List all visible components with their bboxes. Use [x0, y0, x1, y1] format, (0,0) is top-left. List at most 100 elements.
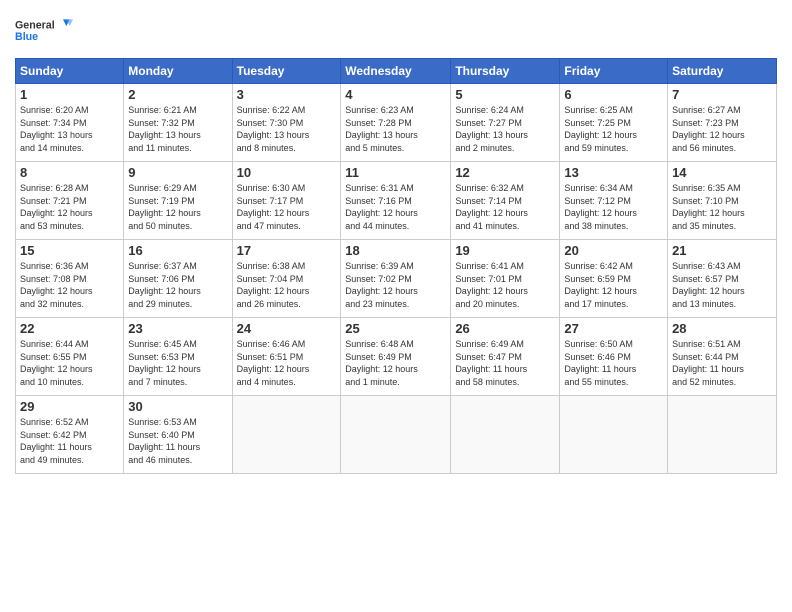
- day-number: 6: [564, 87, 663, 102]
- day-number: 12: [455, 165, 555, 180]
- weekday-header-wednesday: Wednesday: [341, 59, 451, 84]
- day-info: Sunrise: 6:35 AM Sunset: 7:10 PM Dayligh…: [672, 182, 772, 232]
- day-number: 14: [672, 165, 772, 180]
- calendar-table: SundayMondayTuesdayWednesdayThursdayFrid…: [15, 58, 777, 474]
- calendar-cell: 5 Sunrise: 6:24 AM Sunset: 7:27 PM Daylig…: [451, 84, 560, 162]
- calendar-cell: 6 Sunrise: 6:25 AM Sunset: 7:25 PM Daylig…: [560, 84, 668, 162]
- day-number: 19: [455, 243, 555, 258]
- day-number: 24: [237, 321, 337, 336]
- calendar-cell: 22 Sunrise: 6:44 AM Sunset: 6:55 PM Dayli…: [16, 318, 124, 396]
- calendar-cell: 14 Sunrise: 6:35 AM Sunset: 7:10 PM Dayli…: [668, 162, 777, 240]
- day-info: Sunrise: 6:51 AM Sunset: 6:44 PM Dayligh…: [672, 338, 772, 388]
- day-info: Sunrise: 6:42 AM Sunset: 6:59 PM Dayligh…: [564, 260, 663, 310]
- calendar-cell: 4 Sunrise: 6:23 AM Sunset: 7:28 PM Daylig…: [341, 84, 451, 162]
- day-number: 18: [345, 243, 446, 258]
- calendar-week-row: 1Sunrise: 6:20 AM Sunset: 7:34 PM Daylig…: [16, 84, 777, 162]
- day-number: 22: [20, 321, 119, 336]
- calendar-week-row: 22 Sunrise: 6:44 AM Sunset: 6:55 PM Dayli…: [16, 318, 777, 396]
- weekday-header-thursday: Thursday: [451, 59, 560, 84]
- day-info: Sunrise: 6:44 AM Sunset: 6:55 PM Dayligh…: [20, 338, 119, 388]
- day-info: Sunrise: 6:50 AM Sunset: 6:46 PM Dayligh…: [564, 338, 663, 388]
- calendar-cell: [668, 396, 777, 474]
- calendar-cell: 27 Sunrise: 6:50 AM Sunset: 6:46 PM Dayli…: [560, 318, 668, 396]
- day-number: 11: [345, 165, 446, 180]
- day-number: 5: [455, 87, 555, 102]
- day-number: 10: [237, 165, 337, 180]
- weekday-header-sunday: Sunday: [16, 59, 124, 84]
- day-info: Sunrise: 6:46 AM Sunset: 6:51 PM Dayligh…: [237, 338, 337, 388]
- svg-text:General: General: [15, 20, 55, 32]
- calendar-cell: 17 Sunrise: 6:38 AM Sunset: 7:04 PM Dayli…: [232, 240, 341, 318]
- logo-svg: General Blue: [15, 10, 75, 50]
- calendar-cell: 21Sunrise: 6:43 AM Sunset: 6:57 PM Dayli…: [668, 240, 777, 318]
- day-info: Sunrise: 6:30 AM Sunset: 7:17 PM Dayligh…: [237, 182, 337, 232]
- calendar-cell: 7 Sunrise: 6:27 AM Sunset: 7:23 PM Daylig…: [668, 84, 777, 162]
- logo: General Blue: [15, 10, 75, 50]
- day-number: 28: [672, 321, 772, 336]
- calendar-cell: [341, 396, 451, 474]
- calendar-cell: 20 Sunrise: 6:42 AM Sunset: 6:59 PM Dayli…: [560, 240, 668, 318]
- calendar-cell: 23Sunrise: 6:45 AM Sunset: 6:53 PM Dayli…: [124, 318, 232, 396]
- weekday-header-friday: Friday: [560, 59, 668, 84]
- calendar-week-row: 15Sunrise: 6:36 AM Sunset: 7:08 PM Dayli…: [16, 240, 777, 318]
- day-info: Sunrise: 6:22 AM Sunset: 7:30 PM Dayligh…: [237, 104, 337, 154]
- calendar-cell: 11Sunrise: 6:31 AM Sunset: 7:16 PM Dayli…: [341, 162, 451, 240]
- calendar-cell: [560, 396, 668, 474]
- day-number: 15: [20, 243, 119, 258]
- weekday-header-saturday: Saturday: [668, 59, 777, 84]
- day-number: 8: [20, 165, 119, 180]
- calendar-cell: 18Sunrise: 6:39 AM Sunset: 7:02 PM Dayli…: [341, 240, 451, 318]
- calendar-cell: 12 Sunrise: 6:32 AM Sunset: 7:14 PM Dayli…: [451, 162, 560, 240]
- day-info: Sunrise: 6:45 AM Sunset: 6:53 PM Dayligh…: [128, 338, 227, 388]
- day-number: 30: [128, 399, 227, 414]
- day-info: Sunrise: 6:25 AM Sunset: 7:25 PM Dayligh…: [564, 104, 663, 154]
- calendar-cell: 15Sunrise: 6:36 AM Sunset: 7:08 PM Dayli…: [16, 240, 124, 318]
- day-number: 3: [237, 87, 337, 102]
- calendar-body: 1Sunrise: 6:20 AM Sunset: 7:34 PM Daylig…: [16, 84, 777, 474]
- weekday-header-tuesday: Tuesday: [232, 59, 341, 84]
- day-info: Sunrise: 6:29 AM Sunset: 7:19 PM Dayligh…: [128, 182, 227, 232]
- calendar-cell: 16Sunrise: 6:37 AM Sunset: 7:06 PM Dayli…: [124, 240, 232, 318]
- calendar-page: General Blue SundayMondayTuesdayWednesda…: [0, 0, 792, 612]
- day-info: Sunrise: 6:48 AM Sunset: 6:49 PM Dayligh…: [345, 338, 446, 388]
- day-info: Sunrise: 6:34 AM Sunset: 7:12 PM Dayligh…: [564, 182, 663, 232]
- day-info: Sunrise: 6:32 AM Sunset: 7:14 PM Dayligh…: [455, 182, 555, 232]
- day-number: 7: [672, 87, 772, 102]
- calendar-cell: 29 Sunrise: 6:52 AM Sunset: 6:42 PM Dayli…: [16, 396, 124, 474]
- calendar-cell: 8Sunrise: 6:28 AM Sunset: 7:21 PM Daylig…: [16, 162, 124, 240]
- calendar-cell: [232, 396, 341, 474]
- day-number: 27: [564, 321, 663, 336]
- day-info: Sunrise: 6:52 AM Sunset: 6:42 PM Dayligh…: [20, 416, 119, 466]
- day-info: Sunrise: 6:38 AM Sunset: 7:04 PM Dayligh…: [237, 260, 337, 310]
- calendar-week-row: 8Sunrise: 6:28 AM Sunset: 7:21 PM Daylig…: [16, 162, 777, 240]
- calendar-cell: 13 Sunrise: 6:34 AM Sunset: 7:12 PM Dayli…: [560, 162, 668, 240]
- day-number: 9: [128, 165, 227, 180]
- page-header: General Blue: [15, 10, 777, 50]
- day-number: 29: [20, 399, 119, 414]
- weekday-header-monday: Monday: [124, 59, 232, 84]
- day-info: Sunrise: 6:24 AM Sunset: 7:27 PM Dayligh…: [455, 104, 555, 154]
- calendar-cell: 1Sunrise: 6:20 AM Sunset: 7:34 PM Daylig…: [16, 84, 124, 162]
- calendar-cell: [451, 396, 560, 474]
- calendar-cell: 25Sunrise: 6:48 AM Sunset: 6:49 PM Dayli…: [341, 318, 451, 396]
- calendar-week-row: 29 Sunrise: 6:52 AM Sunset: 6:42 PM Dayli…: [16, 396, 777, 474]
- day-number: 1: [20, 87, 119, 102]
- calendar-cell: 9 Sunrise: 6:29 AM Sunset: 7:19 PM Daylig…: [124, 162, 232, 240]
- day-number: 20: [564, 243, 663, 258]
- day-info: Sunrise: 6:27 AM Sunset: 7:23 PM Dayligh…: [672, 104, 772, 154]
- day-info: Sunrise: 6:37 AM Sunset: 7:06 PM Dayligh…: [128, 260, 227, 310]
- day-number: 4: [345, 87, 446, 102]
- day-number: 17: [237, 243, 337, 258]
- calendar-cell: 19 Sunrise: 6:41 AM Sunset: 7:01 PM Dayli…: [451, 240, 560, 318]
- svg-text:Blue: Blue: [15, 31, 38, 43]
- day-info: Sunrise: 6:21 AM Sunset: 7:32 PM Dayligh…: [128, 104, 227, 154]
- day-info: Sunrise: 6:41 AM Sunset: 7:01 PM Dayligh…: [455, 260, 555, 310]
- day-info: Sunrise: 6:49 AM Sunset: 6:47 PM Dayligh…: [455, 338, 555, 388]
- day-info: Sunrise: 6:23 AM Sunset: 7:28 PM Dayligh…: [345, 104, 446, 154]
- day-info: Sunrise: 6:53 AM Sunset: 6:40 PM Dayligh…: [128, 416, 227, 466]
- calendar-header-row: SundayMondayTuesdayWednesdayThursdayFrid…: [16, 59, 777, 84]
- day-number: 2: [128, 87, 227, 102]
- day-number: 13: [564, 165, 663, 180]
- calendar-cell: 3 Sunrise: 6:22 AM Sunset: 7:30 PM Daylig…: [232, 84, 341, 162]
- calendar-cell: 26Sunrise: 6:49 AM Sunset: 6:47 PM Dayli…: [451, 318, 560, 396]
